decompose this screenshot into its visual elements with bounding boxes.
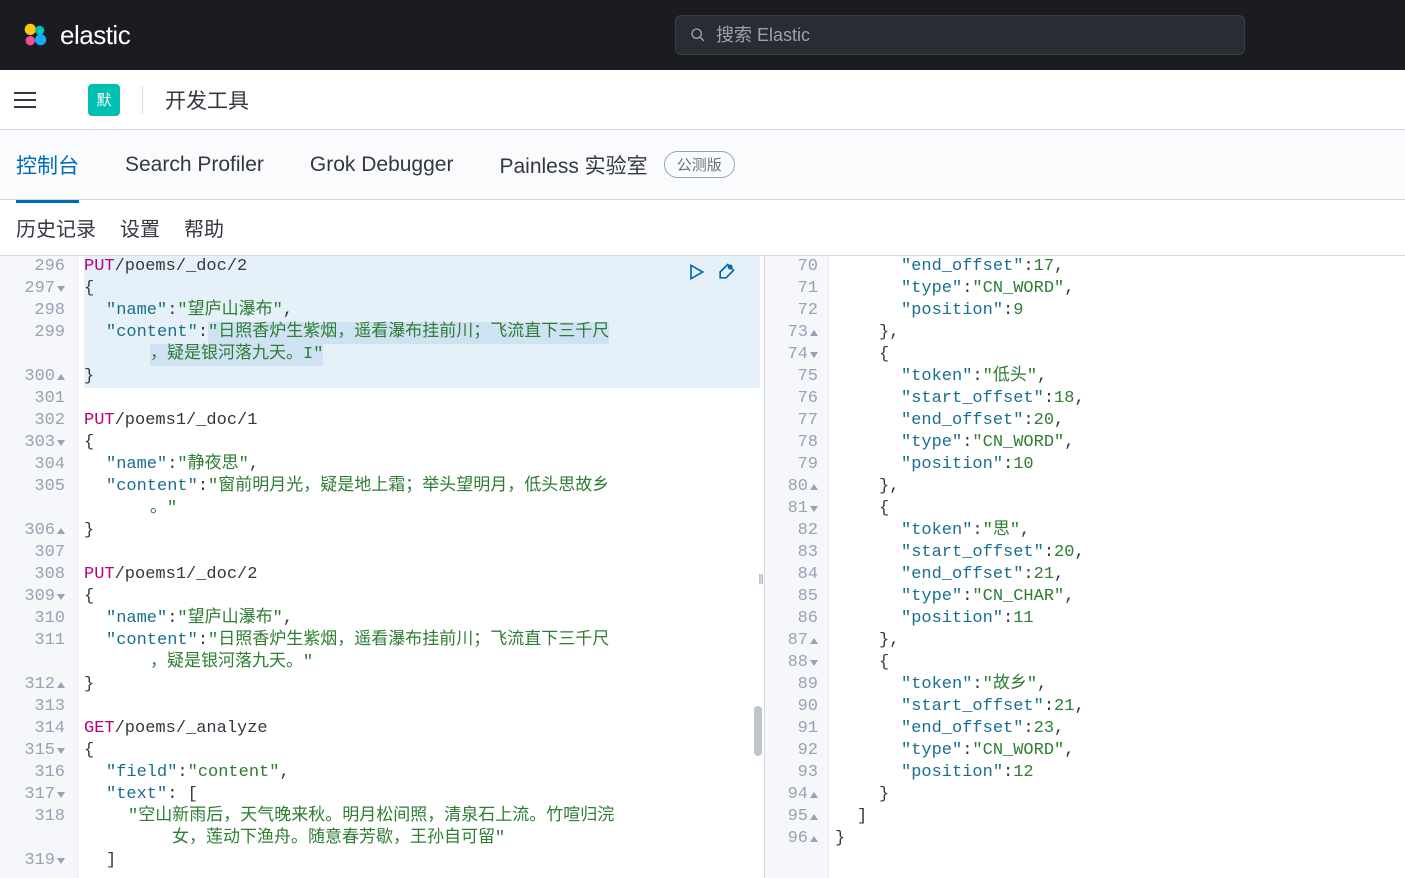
top-navbar: elastic (0, 0, 1405, 70)
link-help[interactable]: 帮助 (184, 213, 224, 242)
request-actions (686, 262, 736, 282)
global-search[interactable] (675, 15, 1245, 55)
response-gutter: 7071727374757677787980818283848586878889… (765, 256, 829, 878)
link-settings[interactable]: 设置 (120, 213, 160, 242)
editor-content[interactable]: PUT /poems/_doc/2{"name": "望庐山瀑布","conte… (78, 256, 764, 878)
editor-gutter: 2962972982993003013023033043053063073083… (0, 256, 78, 878)
tab-painless-lab[interactable]: Painless 实验室 (499, 128, 647, 202)
global-search-input[interactable] (716, 25, 1230, 46)
tab-console[interactable]: 控制台 (16, 128, 79, 202)
search-icon (690, 27, 706, 43)
elastic-logo-icon (20, 20, 50, 50)
send-request-icon[interactable] (686, 262, 706, 282)
beta-badge: 公测版 (664, 151, 735, 178)
response-viewer[interactable]: 7071727374757677787980818283848586878889… (765, 256, 1405, 878)
separator (142, 86, 143, 114)
response-content[interactable]: "end_offset" : 17,"type" : "CN_WORD","po… (829, 256, 1405, 878)
secondary-navbar: 默 开发工具 (0, 70, 1405, 130)
tab-grok-debugger[interactable]: Grok Debugger (310, 131, 454, 199)
editor-scrollbar[interactable] (754, 706, 762, 756)
console-workspace: 2962972982993003013023033043053063073083… (0, 256, 1405, 878)
console-links: 历史记录 设置 帮助 (0, 200, 1405, 256)
request-editor[interactable]: 2962972982993003013023033043053063073083… (0, 256, 765, 878)
brand-text: elastic (60, 20, 130, 51)
request-options-icon[interactable] (716, 262, 736, 282)
space-selector[interactable]: 默 (88, 84, 120, 116)
tab-search-profiler[interactable]: Search Profiler (125, 131, 264, 199)
nav-menu-toggle[interactable] (14, 92, 36, 108)
tool-tabs: 控制台 Search Profiler Grok Debugger Painle… (0, 130, 1405, 200)
brand-logo[interactable]: elastic (20, 20, 130, 51)
link-history[interactable]: 历史记录 (16, 213, 96, 242)
page-title: 开发工具 (165, 85, 249, 115)
